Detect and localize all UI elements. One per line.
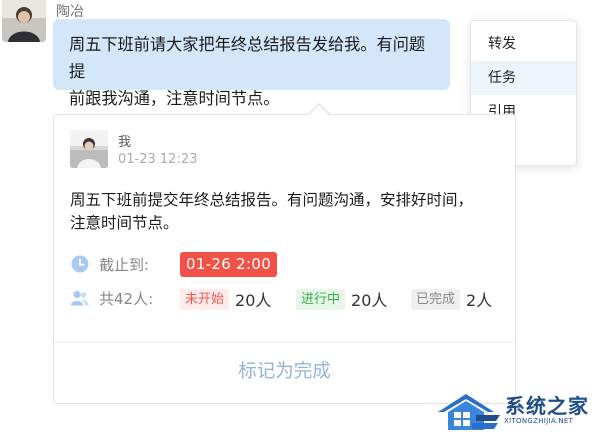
message-text-line: 前跟我沟通，注意时间节点。 [69, 89, 280, 108]
status-count: 2人 [466, 291, 493, 310]
mark-complete-button[interactable]: 标记为完成 [54, 357, 515, 383]
stat-not-started[interactable]: 未开始 20人 [180, 287, 271, 311]
watermark-title: 系统之家 [505, 394, 589, 418]
creator-avatar[interactable] [70, 130, 108, 168]
deadline-label: 截止到: [99, 255, 150, 274]
sender-name: 陶冶 [56, 4, 84, 20]
creator-name: 我 [118, 135, 132, 150]
members-label: 共42人: [99, 289, 154, 308]
stat-completed[interactable]: 已完成 2人 [411, 287, 492, 311]
status-count: 20人 [351, 291, 388, 310]
deadline-badge[interactable]: 01-26 2:00 [180, 252, 278, 277]
house-logo-icon [438, 394, 500, 430]
status-tag: 未开始 [180, 288, 230, 310]
menu-item-forward[interactable]: 转发 [471, 27, 576, 61]
menu-item-task[interactable]: 任务 [471, 61, 576, 95]
card-divider [54, 342, 515, 343]
status-tag: 已完成 [411, 288, 461, 310]
creator-avatar-image [70, 130, 108, 168]
sender-avatar[interactable] [2, 0, 46, 42]
stat-in-progress[interactable]: 进行中 20人 [296, 287, 387, 311]
watermark-subtitle: XITONGZHIJIA.NET [504, 417, 574, 425]
people-icon [70, 289, 89, 308]
status-count: 20人 [235, 291, 272, 310]
clock-icon [70, 255, 89, 274]
members-row: 共42人: [70, 285, 153, 311]
deadline-row: 截止到: [70, 251, 149, 277]
message-text-line: 周五下班前请大家把年终总结报告发给我。有问题提 [69, 35, 426, 81]
sender-avatar-image [2, 0, 46, 42]
message-bubble[interactable]: 周五下班前请大家把年终总结报告发给我。有问题提 前跟我沟通，注意时间节点。 [53, 19, 450, 108]
card-pointer-fill [309, 105, 329, 115]
task-card: 我 01-23 12:23 周五下班前提交年终总结报告。有问题沟通，安排好时间，… [53, 114, 516, 404]
watermark: 系统之家 XITONGZHIJIA.NET [436, 390, 598, 436]
created-time: 01-23 12:23 [118, 152, 198, 167]
task-content-line: 周五下班前提交年终总结报告。有问题沟通，安排好时间， [70, 191, 474, 209]
task-content-line: 注意时间节点。 [70, 214, 179, 232]
task-content: 周五下班前提交年终总结报告。有问题沟通，安排好时间， 注意时间节点。 [70, 189, 490, 235]
status-tag: 进行中 [296, 288, 346, 310]
